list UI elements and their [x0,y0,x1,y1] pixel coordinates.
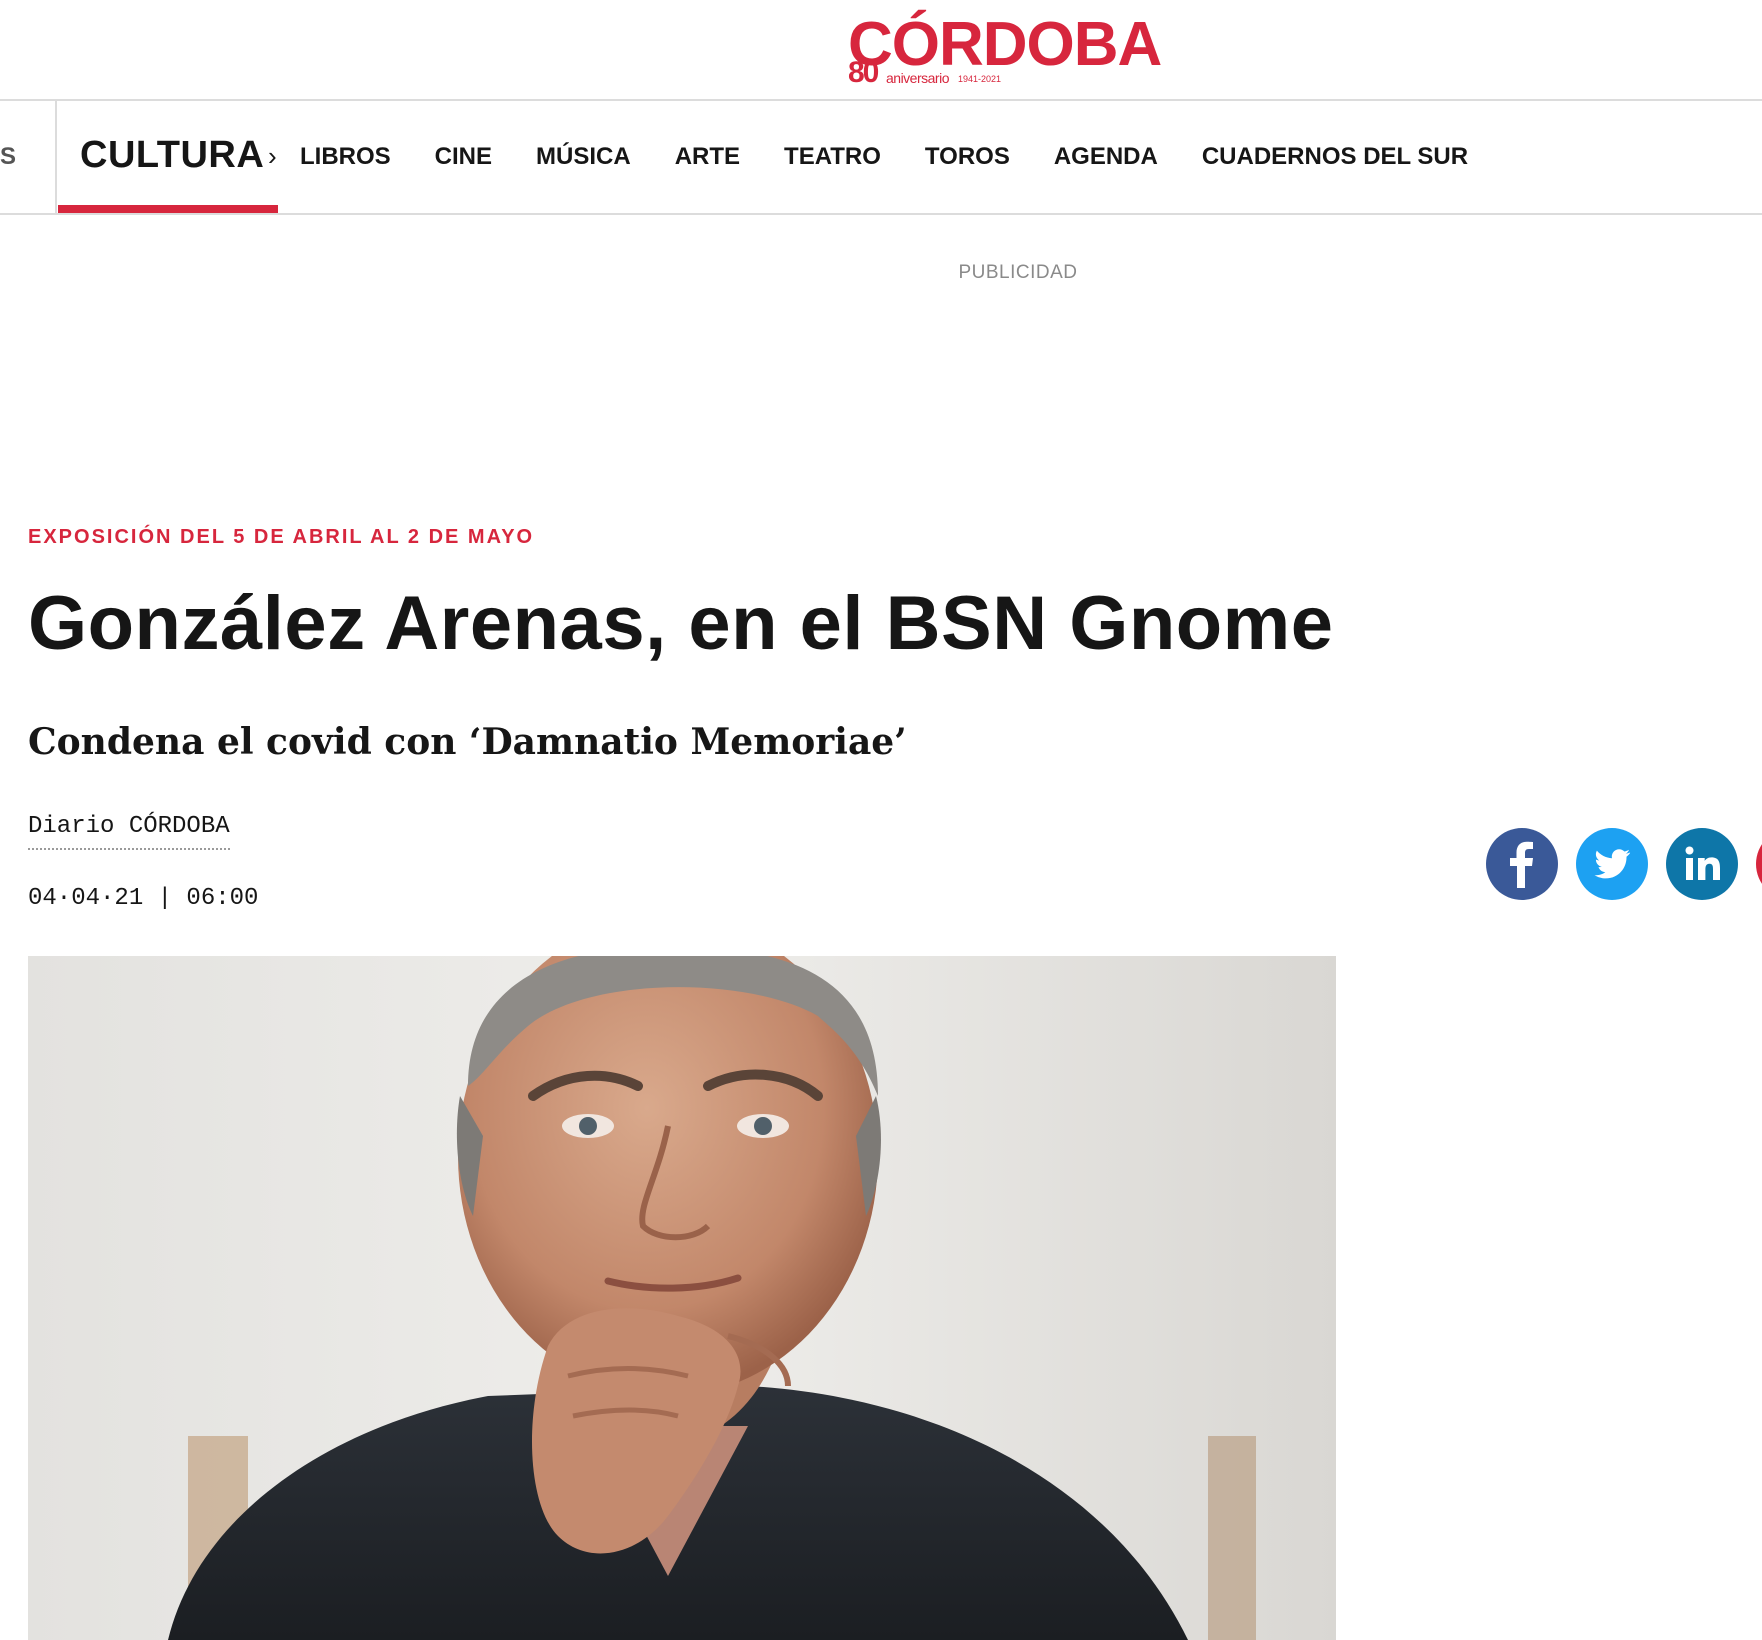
nav-item-cuadernos-del-sur[interactable]: CUADERNOS DEL SUR [1202,101,1468,213]
article-kicker: EXPOSICIÓN DEL 5 DE ABRIL AL 2 DE MAYO [28,526,535,548]
twitter-share-button[interactable] [1576,828,1648,900]
linkedin-icon [1685,846,1720,880]
logo-anniversary-text: aniversario [886,70,949,86]
nav-subsection-list: LIBROS CINE MÚSICA ARTE TEATRO TOROS AGE… [300,101,1512,213]
site-logo[interactable]: CÓRDOBA 80 aniversario 1941-2021 [848,14,1190,90]
facebook-icon [1510,841,1533,888]
twitter-icon [1594,849,1631,879]
share-icon [1756,828,1762,900]
article-main-photo [28,956,1336,1640]
logo-anniversary-years: 1941-2021 [958,74,1002,84]
article-byline[interactable]: Diario CÓRDOBA [28,812,230,850]
nav-item-agenda[interactable]: AGENDA [1054,101,1158,213]
nav-item-musica[interactable]: MÚSICA [536,101,631,213]
site-header: CÓRDOBA 80 aniversario 1941-2021 [0,0,1762,101]
logo-wordmark: CÓRDOBA [848,10,1162,79]
section-nav: S CULTURA › LIBROS CINE MÚSICA ARTE TEAT… [0,101,1762,215]
portrait-image [28,956,1336,1640]
nav-item-teatro[interactable]: TEATRO [784,101,881,213]
page: CÓRDOBA 80 aniversario 1941-2021 S CULTU… [0,0,1762,1640]
chevron-right-icon: › [268,141,277,171]
nav-current-section-label: CULTURA [80,134,265,176]
nav-previous-section[interactable]: S [0,101,57,213]
article-headline: González Arenas, en el BSN Gnome [28,581,1334,666]
ad-label: PUBLICIDAD [958,262,1078,283]
more-share-button[interactable] [1756,828,1762,900]
nav-item-arte[interactable]: ARTE [675,101,740,213]
facebook-share-button[interactable] [1486,828,1558,900]
ad-slot: PUBLICIDAD [0,262,1762,284]
nav-item-libros[interactable]: LIBROS [300,101,391,213]
nav-item-cine[interactable]: CINE [435,101,492,213]
logo-anniversary-number: 80 [848,56,879,89]
linkedin-share-button[interactable] [1666,828,1738,900]
nav-current-section[interactable]: CULTURA [58,101,278,213]
article-subheadline: Condena el covid con ‘Damnatio Memoriae’ [28,721,907,763]
nav-item-toros[interactable]: TOROS [925,101,1010,213]
article-date: 04·04·21 | 06:00 [28,885,259,912]
